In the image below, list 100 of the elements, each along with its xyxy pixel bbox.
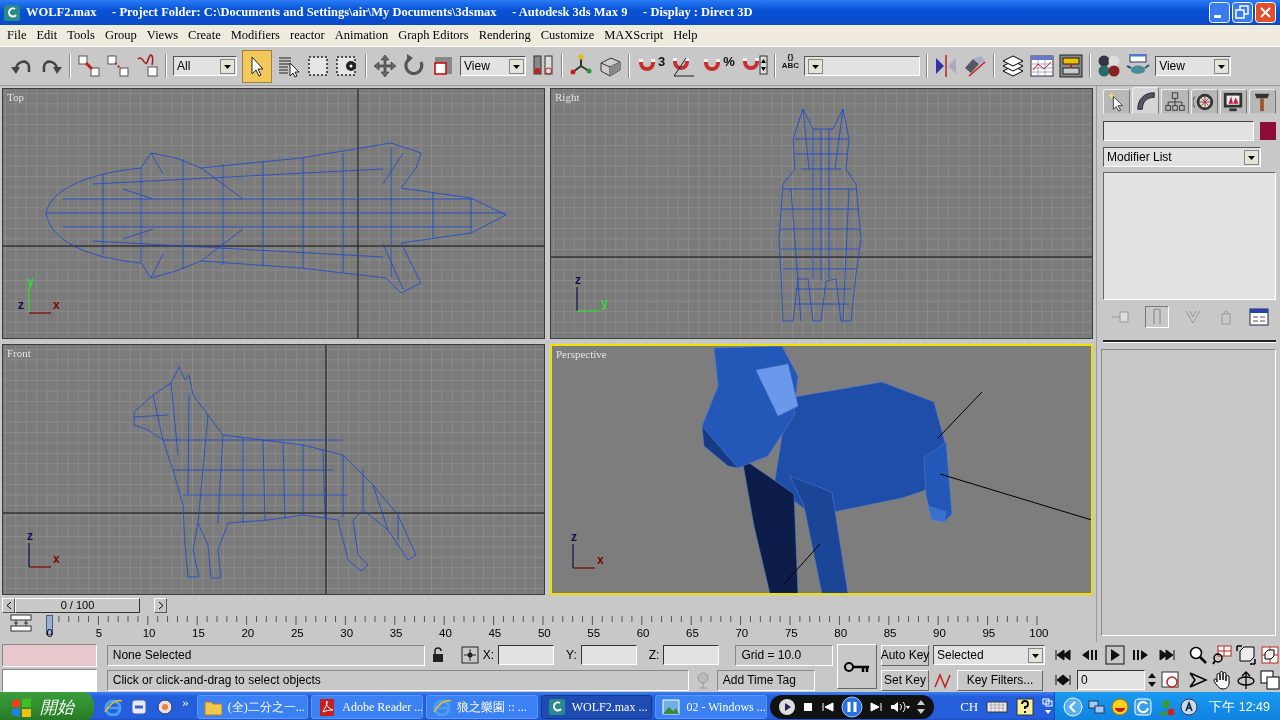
keyboard-icon[interactable] (986, 700, 1009, 714)
network-computers-icon[interactable] (1088, 698, 1107, 716)
pan-hand-icon[interactable] (1212, 670, 1232, 690)
menu-item[interactable]: Customize (535, 28, 600, 43)
key-curve-icon[interactable] (933, 671, 953, 689)
key-set-dropdown[interactable]: Selected (933, 645, 1045, 665)
current-frame-field[interactable]: 0 (1077, 670, 1145, 690)
coordinate-system-dropdown[interactable]: View (460, 56, 526, 76)
time-slider-thumb[interactable]: 0 / 100 (15, 598, 140, 613)
language-indicator[interactable]: CH (960, 699, 979, 715)
toolbar-toggle-icon[interactable] (1042, 698, 1055, 716)
browser-icon[interactable] (130, 698, 149, 716)
zoom-all-icon[interactable] (1212, 645, 1232, 665)
refresh-icon[interactable] (1134, 698, 1153, 716)
orbit-icon[interactable] (1236, 670, 1256, 690)
list-cursor-icon[interactable] (277, 54, 301, 78)
key-filters-button[interactable]: Key Filters... (957, 669, 1043, 691)
previous-track-icon[interactable] (820, 700, 837, 714)
spreadsheet-icon[interactable] (1030, 54, 1055, 78)
y-coordinate-field[interactable] (580, 645, 637, 665)
viewport[interactable]: Front z x (2, 344, 545, 595)
pivot-icon[interactable] (531, 54, 555, 78)
taskbar-button[interactable]: (全)二分之一... (196, 695, 309, 719)
named-selection-dropdown[interactable] (804, 56, 921, 76)
key-icon[interactable] (844, 660, 871, 673)
dotted-square-icon[interactable] (306, 54, 330, 78)
menu-item[interactable]: Graph Editors (393, 28, 474, 43)
frame-ruler[interactable]: 0 5 10 15 20 25 30 35 40 45 50 55 60 65 70 75 80 85 90 95 100 (46, 614, 1046, 642)
set-key-button[interactable]: Set Key (881, 669, 929, 691)
menu-item[interactable]: Rendering (473, 28, 536, 43)
viewport[interactable]: Top y z x (2, 88, 545, 339)
play-icon[interactable] (1105, 645, 1125, 665)
minimize-icon[interactable] (1209, 2, 1230, 23)
field-of-view-icon[interactable] (1188, 670, 1208, 690)
spheres-icon[interactable] (1097, 54, 1122, 78)
object-name-field[interactable] (1103, 121, 1254, 141)
z-coordinate-field[interactable] (663, 645, 720, 665)
stacked-arrows-icon[interactable] (10, 614, 32, 632)
app-swirl-icon[interactable] (547, 698, 566, 716)
taskbar-button[interactable]: WOLF2.max ... (540, 695, 653, 719)
script-listener-field[interactable] (2, 669, 97, 692)
close-icon[interactable] (1255, 2, 1276, 23)
restore-icon[interactable] (1232, 2, 1253, 23)
menu-item[interactable]: Create (183, 28, 226, 43)
smiley-icon[interactable] (1111, 698, 1130, 716)
time-configuration-icon[interactable] (1160, 670, 1180, 690)
named-selection-button[interactable]: {} ABC (781, 52, 800, 80)
render-preset-dropdown[interactable]: View (1155, 56, 1232, 76)
landscape-icon[interactable] (662, 698, 681, 716)
volume-icon[interactable] (889, 700, 912, 714)
spinner-arrows-icon[interactable] (1148, 671, 1156, 689)
menu-item[interactable]: File (2, 28, 32, 43)
overflow-chevron[interactable]: » (182, 694, 189, 710)
media-play-icon[interactable] (778, 698, 797, 716)
document-icon[interactable] (318, 698, 337, 716)
auto-key-button[interactable]: Auto Key (881, 644, 929, 666)
maximize-viewport-icon[interactable] (1260, 670, 1280, 690)
taskbar-button[interactable]: 02 - Windows ... (655, 695, 768, 719)
four-way-arrow-icon[interactable] (373, 54, 397, 78)
zoom-extents-icon[interactable] (1236, 645, 1256, 665)
menu-item[interactable]: reactor (285, 28, 330, 43)
stacked-layers-icon[interactable] (1001, 54, 1026, 78)
help-icon[interactable] (1016, 698, 1035, 716)
list-window-icon[interactable] (1248, 308, 1269, 326)
scale-icon[interactable] (431, 54, 455, 78)
mirror-icon[interactable] (934, 54, 959, 78)
align-icon[interactable] (963, 54, 988, 78)
browser-e-icon[interactable] (104, 698, 123, 716)
menu-item[interactable]: Views (141, 28, 184, 43)
selection-filter-dropdown[interactable]: All (173, 56, 237, 76)
show-hidden-chevron-icon[interactable] (1063, 697, 1084, 717)
menu-item[interactable]: Modifiers (225, 28, 285, 43)
next-track-icon[interactable] (868, 700, 885, 714)
menu-item[interactable]: MAXScript (599, 28, 669, 43)
menu-item[interactable]: Animation (329, 28, 394, 43)
taskbar-button[interactable]: Adobe Reader ... (311, 695, 424, 719)
zoom-extents-all-icon[interactable] (1260, 645, 1280, 665)
current-frame-marker[interactable] (46, 615, 53, 635)
squiggle-square-icon[interactable] (135, 54, 159, 78)
object-color-swatch[interactable] (1260, 122, 1276, 140)
percent-snap-button[interactable]: % (701, 52, 735, 80)
snap-toggle-button[interactable]: 3 (636, 52, 666, 80)
schematic-icon[interactable] (1059, 54, 1084, 78)
rotate-icon[interactable] (402, 54, 426, 78)
menu-item[interactable]: Edit (31, 28, 63, 43)
modifier-list-dropdown[interactable]: Modifier List (1103, 147, 1261, 167)
zoom-icon[interactable] (1188, 645, 1208, 665)
x-coordinate-field[interactable] (498, 645, 555, 665)
absolute-mode-icon[interactable] (460, 646, 479, 664)
taskbar-button[interactable]: 狼之樂園 :: ... (426, 695, 538, 719)
unlink-icon[interactable] (106, 54, 130, 78)
start-button[interactable]: 開始 (0, 692, 95, 720)
pause-icon[interactable] (841, 696, 864, 718)
restore-arrows-icon[interactable] (916, 698, 927, 716)
media-disc-icon[interactable] (156, 698, 175, 716)
menu-item[interactable]: Tools (62, 28, 100, 43)
globe-a-icon[interactable] (1180, 698, 1199, 716)
add-time-tag-field[interactable]: Add Time Tag (716, 669, 815, 691)
menu-item[interactable]: Group (99, 28, 142, 43)
windows-flag-icon[interactable] (10, 697, 32, 717)
